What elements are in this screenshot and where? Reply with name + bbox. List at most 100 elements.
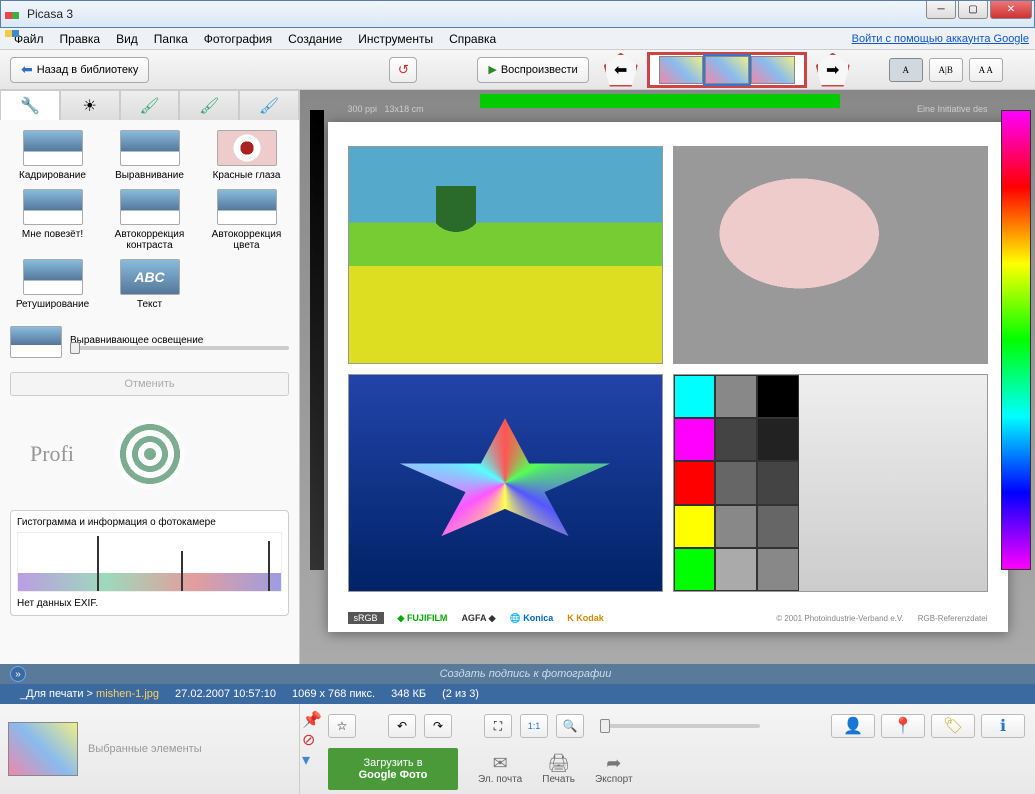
view-mode-single[interactable]: A [889,58,923,82]
add-to-album-icon[interactable]: ▾ [302,750,316,764]
view-mode-ab[interactable]: A|B [929,58,963,82]
menu-folder[interactable]: Папка [146,30,196,48]
histogram-canvas [17,532,282,592]
tab-basic-fixes[interactable]: 🔧 [0,90,60,120]
prev-photo-button[interactable]: ⬅ [603,52,639,88]
tab-tuning[interactable]: ☀ [60,90,120,120]
fill-light-thumb [10,326,62,358]
viewer-controls: ☆ ↶ ↷ ⛶ 1:1 🔍 👤 📍 🏷 ℹ [328,710,1025,742]
photo-viewer: 300 ppi 13x18 cm Eine Initiative des [300,90,1035,664]
exif-status: Нет данных EXIF. [17,598,282,609]
filmstrip-thumb[interactable] [751,56,795,84]
fit-button[interactable]: ⛶ [484,714,512,738]
pin-icon[interactable]: 📌 [302,710,316,724]
tab-effects-1[interactable]: 🖌 [120,90,180,120]
histogram-title: Гистограмма и информация о фотокамере [17,517,282,528]
actual-size-button[interactable]: 1:1 [520,714,548,738]
brush-icon: 🖌 [259,96,279,116]
brush-icon: 🖌 [139,96,159,116]
watermark: Profi [0,404,299,504]
slideshow-button[interactable]: ▶ Воспроизвести [477,57,588,83]
photo-page[interactable]: 300 ppi 13x18 cm Eine Initiative des [328,122,1008,632]
selection-tray: Выбранные элементы [0,704,300,794]
print-button[interactable]: 🖨 Печать [542,753,575,785]
menu-tools[interactable]: Инструменты [350,30,441,48]
photo-filesize: 348 КБ [391,688,426,700]
upload-google-photos-button[interactable]: Загрузить в Google Фото [328,748,458,790]
histogram-panel: Гистограмма и информация о фотокамере Не… [10,510,289,616]
export-button[interactable]: ➦ Экспорт [595,753,633,785]
photo-dimensions: 1069 x 768 пикс. [292,688,375,700]
undo-button: Отменить [10,372,289,396]
back-to-library-button[interactable]: ⬅ Назад в библиотеку [10,57,149,83]
maximize-button[interactable]: ▢ [958,1,988,19]
brush-icon: 🖌 [199,96,219,116]
places-button[interactable]: 📍 [881,714,925,738]
selection-thumb[interactable] [8,722,78,776]
printer-icon: 🖨 [542,753,575,774]
agfa-logo: AGFA ◆ [461,613,495,624]
zoom-slider[interactable] [600,724,760,728]
menu-help[interactable]: Справка [441,30,504,48]
tool-crop[interactable]: Кадрирование [6,130,99,181]
window-title: Picasa 3 [27,7,73,21]
menu-photo[interactable]: Фотография [196,30,280,48]
menubar: Файл Правка Вид Папка Фотография Создани… [0,28,1035,50]
app-icon [5,6,21,22]
disclosure-toggle[interactable]: » [10,666,26,682]
tool-lucky[interactable]: Мне повезёт! [6,189,99,251]
tool-auto-contrast[interactable]: Автокоррекция контраста [103,189,196,251]
rotate-ccw-button[interactable]: ↶ [388,714,416,738]
tool-auto-color[interactable]: Автокоррекция цвета [200,189,293,251]
pin-icon: 📍 [893,716,913,736]
info-bar: _Для печати > mishen-1.jpg 27.02.2007 10… [0,684,1035,704]
tags-button[interactable]: 🏷 [931,714,975,738]
color-swap-button[interactable]: ↺ [389,57,417,83]
fill-light-row: Выравнивающее освещение [0,320,299,364]
wrench-icon: 🔧 [20,96,40,116]
selection-label: Выбранные элементы [88,743,202,755]
tab-effects-3[interactable]: 🖌 [239,90,299,120]
bottom-panel: Выбранные элементы 📌 ⊘ ▾ ☆ ↶ ↷ ⛶ 1:1 🔍 👤… [0,704,1035,794]
arrow-left-icon: ⬅ [21,61,33,78]
close-button[interactable]: ✕ [990,1,1032,19]
people-button[interactable]: 👤 [831,714,875,738]
fill-light-slider[interactable] [70,346,289,350]
next-photo-button[interactable]: ➡ [815,52,851,88]
tab-effects-2[interactable]: 🖌 [179,90,239,120]
edit-sidebar: 🔧 ☀ 🖌 🖌 🖌 Кадрирование Выравнивание Крас… [0,90,300,664]
view-mode-aa[interactable]: A A [969,58,1003,82]
info-icon: ℹ [1000,716,1006,736]
fill-light-label: Выравнивающее освещение [70,335,289,346]
zoom-tool-button[interactable]: 🔍 [556,714,584,738]
arrow-right-icon: ➡ [826,60,839,80]
sample-image-pinwheels [348,374,663,592]
menu-edit[interactable]: Правка [52,30,109,48]
menu-view[interactable]: Вид [108,30,146,48]
tool-straighten[interactable]: Выравнивание [103,130,196,181]
swap-icon: ↺ [398,62,409,78]
caption-input[interactable]: Создать подпись к фотографии [26,668,1025,680]
info-button[interactable]: ℹ [981,714,1025,738]
arrow-left-icon: ⬅ [614,60,627,80]
back-label: Назад в библиотеку [37,64,139,76]
person-icon: 👤 [843,716,863,736]
titlebar: Picasa 3 ─ ▢ ✕ [0,0,1035,28]
google-login-link[interactable]: Войти с помощью аккаунта Google [852,33,1029,45]
annotation-highlight [480,94,840,108]
email-button[interactable]: ✉ Эл. почта [478,753,522,785]
tool-redeye[interactable]: Красные глаза [200,130,293,181]
menu-create[interactable]: Создание [280,30,350,48]
mail-icon: ✉ [478,753,522,774]
hue-gradient-bar [1001,110,1031,570]
filmstrip-thumb[interactable] [659,56,703,84]
kodak-logo: K Kodak [567,613,604,623]
tool-text[interactable]: ABCТекст [103,259,196,310]
tool-retouch[interactable]: Ретуширование [6,259,99,310]
fujifilm-logo: ◆ FUJIFILM [398,613,448,624]
clear-tray-icon[interactable]: ⊘ [302,730,316,744]
minimize-button[interactable]: ─ [926,1,956,19]
rotate-cw-button[interactable]: ↷ [424,714,452,738]
star-button[interactable]: ☆ [328,714,356,738]
filmstrip-thumb-selected[interactable] [705,56,749,84]
